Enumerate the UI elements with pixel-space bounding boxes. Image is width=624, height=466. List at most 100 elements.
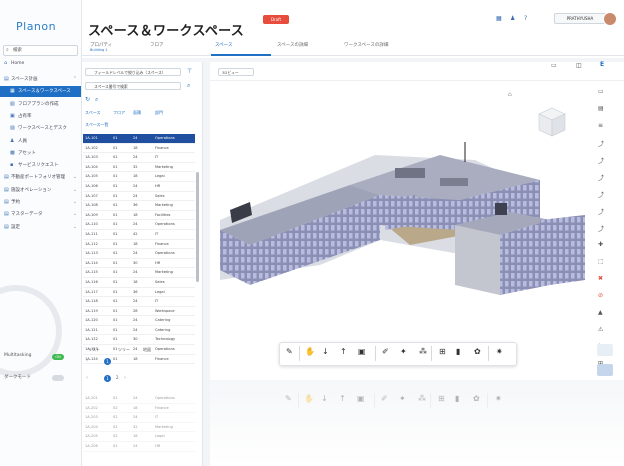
sidebar-item[interactable]: ▪ サービスリクエスト [0,160,81,171]
chevron-icon[interactable]: ⌄ [73,209,77,220]
page-1-button[interactable]: 1 [104,358,111,365]
sidebar-item[interactable]: ▦ スペース＆ワークスペース [0,86,81,98]
tab-map[interactable]: 地図 [143,347,151,353]
toolbar-tool-icon[interactable]: ✷ [496,347,503,356]
sidebar-item[interactable]: ▤ 不動産ポートフォリオ管理 ⌄ [0,172,81,183]
table-row[interactable]: 1A-105 01 18 Legal [83,172,195,182]
table-row[interactable]: 1A-113 01 24 Operations [83,249,195,259]
prev-page-icon[interactable]: ‹ [86,358,88,364]
toolbar-tool-icon[interactable]: ▮ [456,347,460,356]
toggle-switch-off[interactable] [52,375,64,381]
table-row[interactable]: 1A-201 02 24 Operations [83,394,195,404]
table-row[interactable]: 1A-107 01 24 Sales [83,192,195,202]
table-row[interactable]: 1A-119 01 28 Workspace [83,307,195,317]
viewer-tool-icon[interactable]: ⤴ [598,190,604,199]
chevron-icon[interactable]: ⌄ [73,185,77,196]
table-row[interactable]: 1A-103 01 24 IT [83,153,195,163]
table-row[interactable]: 1A-120 01 24 Catering [83,316,195,326]
sidebar-item[interactable]: ⌂ Home [0,58,81,69]
toolbar-tool-icon[interactable]: ✐ [382,347,389,356]
viewer-tool-icon[interactable]: ✖ [598,275,603,282]
toolbar-tool-icon[interactable]: ↓ [322,347,329,356]
zoom-icon[interactable]: ⌕ [95,96,98,104]
viewer-tool-icon[interactable]: ⤴ [598,173,604,182]
toolbar-tool-icon[interactable]: ✋ [305,347,315,356]
sidebar-item[interactable]: ▤ マスターデータ ⌄ [0,209,81,220]
viewer-tool-icon[interactable]: ⤴ [598,207,604,216]
refresh-icon[interactable]: ↻ [85,96,90,103]
sidebar-item[interactable]: ▧ フロアプランの作成 [0,99,81,110]
table-scrollbar[interactable] [196,172,199,282]
table-row[interactable]: 1A-203 02 24 IT [83,413,195,423]
export-icon[interactable]: E [600,61,604,68]
viewer-tool-icon[interactable]: ▭ [598,88,604,95]
column-header[interactable]: スペース [85,110,101,116]
viewer-tool-icon[interactable]: ⤴ [598,224,604,233]
prev-page-icon[interactable]: ‹ [86,375,88,381]
next-page-icon[interactable]: › [124,375,126,381]
table-row[interactable]: 1A-205 02 18 Legal [83,432,195,442]
table-row[interactable]: 1A-104 01 32 Marketing [83,163,195,173]
viewer-tool-icon[interactable]: ⚠ [598,326,603,333]
view-select[interactable]: 3Dビュー [218,68,254,76]
toggle-switch-on[interactable]: ON [52,354,64,360]
table-row[interactable]: 1A-204 02 32 Marketing [83,423,195,433]
table-row[interactable]: 1A-101 01 24 Operations [83,134,195,144]
table-row[interactable]: 1A-117 01 36 Legal [83,288,195,298]
panel-button[interactable] [597,344,613,356]
table-row[interactable]: 1A-121 01 24 Catering [83,326,195,336]
table-row[interactable]: 1A-122 01 30 Technology [83,335,195,346]
viewer-tool-icon[interactable]: ✚ [598,241,603,248]
viewer-tool-icon[interactable]: ⤴ [598,139,604,148]
save-button[interactable] [597,364,613,376]
toolbar-tool-icon[interactable]: ✿ [474,347,481,356]
view-cube[interactable] [537,106,567,138]
layout-icon[interactable]: ▭ [551,62,557,69]
sidebar-item[interactable]: ▤ スペース計画 ⌃ [0,74,81,85]
sidebar-item[interactable]: ▤ 設定 ⌄ [0,222,81,233]
toolbar-tool-icon[interactable]: ⊞ [439,347,446,356]
org-icon[interactable]: ▦ [496,15,502,22]
table-row[interactable]: 1A-110 01 24 Operations [83,220,195,230]
chevron-icon[interactable]: ⌃ [73,74,77,85]
table-row[interactable]: 1A-206 02 24 HR [83,442,195,452]
viewer-tool-icon[interactable]: ≡ [598,122,603,129]
user-icon[interactable]: ♟ [510,15,515,22]
split-icon[interactable]: ◫ [576,62,582,69]
viewer-tool-icon[interactable]: ⬚ [598,258,604,265]
page-2-button[interactable]: 2 [116,375,119,380]
sidebar-item[interactable]: ♟ 人員 [0,136,81,147]
viewer-tool-icon[interactable]: ⊘ [598,292,603,299]
column-header[interactable]: 面積 [133,110,141,116]
table-row[interactable]: 1A-102 01 18 Finance [83,144,195,154]
sidebar-search-input[interactable]: ⌕ 検索 [3,45,78,56]
sidebar-item[interactable]: ▩ アセット [0,148,81,159]
column-header[interactable]: フロア [113,110,125,116]
filter-icon[interactable]: ⊤ [187,68,192,75]
sidebar-item[interactable]: ▤ 予約 ⌄ [0,197,81,208]
tab-floor[interactable]: フロア [150,42,164,48]
sidebar-item[interactable]: ▨ ワークスペースとデスク [0,123,81,134]
toolbar-tool-icon[interactable]: ✦ [400,347,407,356]
table-row[interactable]: 1A-124 01 18 Finance [83,355,195,365]
chevron-icon[interactable]: ⌄ [73,222,77,233]
search-space-input[interactable]: スペース番号で検索 [85,82,181,90]
tab-list[interactable]: リスト [88,347,100,353]
table-row[interactable]: 1A-118 01 24 IT [83,297,195,307]
table-row[interactable]: 1A-202 02 18 Finance [83,404,195,414]
viewer-tool-icon[interactable]: ▤ [598,105,604,112]
tab-property[interactable]: プロパティ Building 1 [90,42,112,52]
table-row[interactable]: 1A-115 01 24 Marketing [83,268,195,278]
toolbar-tool-icon[interactable]: ⁂ [419,347,427,356]
toolbar-tool-icon[interactable]: ↑ [340,347,347,356]
toggle-dark-mode[interactable]: ダークモード [4,374,78,384]
user-menu-button[interactable]: PRATHYUSHA [554,13,606,24]
table-row[interactable]: 1A-108 01 36 Marketing [83,201,195,211]
table-row[interactable]: 1A-106 01 24 HR [83,182,195,192]
sidebar-item[interactable]: ▣ 占有率 [0,111,81,122]
tab-tree[interactable]: ツリー [118,347,130,353]
toggle-multitasking[interactable]: Multitasking ON [4,353,78,363]
planon-logo[interactable]: Planon [16,20,56,33]
tab-workspace-details[interactable]: ワークスペースの詳細 [344,42,388,48]
toolbar-tool-icon[interactable]: ▣ [358,347,366,356]
